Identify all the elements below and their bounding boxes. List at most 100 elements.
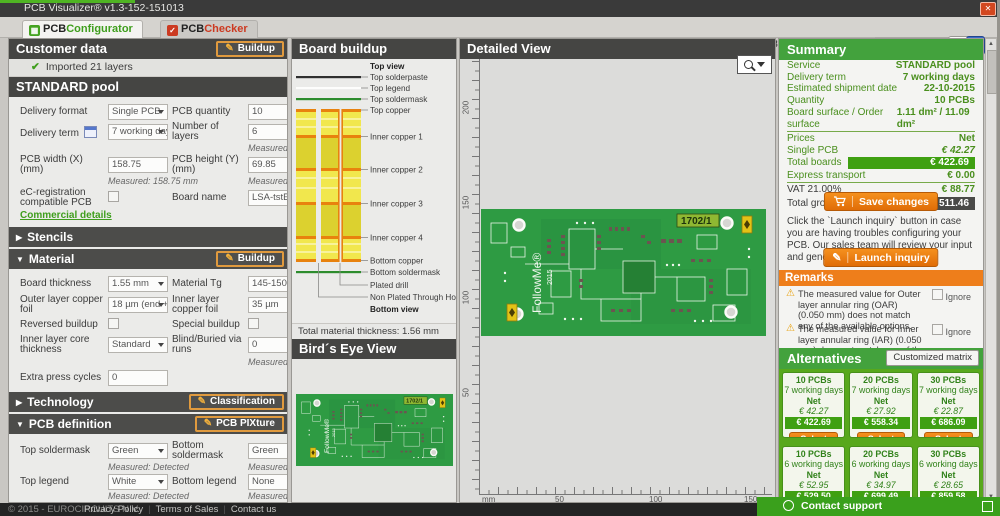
zoom-control[interactable] <box>737 55 772 74</box>
layer-label: Inner copper 3 <box>370 200 423 209</box>
divider: | <box>148 504 150 515</box>
special-buildup-checkbox[interactable] <box>248 318 259 329</box>
summary-row: Quantity10 PCBs <box>779 95 983 107</box>
bottom-soldermask-select[interactable]: Green <box>248 443 288 459</box>
scrollbar-thumb[interactable] <box>987 50 997 94</box>
summary-row: Estimated shipment date22-10-2015 <box>779 83 983 95</box>
ignore-checkbox[interactable] <box>932 289 943 300</box>
panel-title: Customer data <box>16 41 107 56</box>
customized-matrix-button[interactable]: Customized matrix <box>886 350 979 366</box>
scroll-up-icon[interactable]: ▲ <box>986 41 996 47</box>
birdseye-view[interactable] <box>292 359 456 502</box>
alternative-card: 30 PCBs7 working daysNet€ 22.87€ 686.09S… <box>917 372 980 438</box>
pcb-definition-section-header[interactable]: ▼PCB definition ✎PCB PIXture <box>9 414 287 434</box>
summary-row: Board surface / Order surface1.11 dm² / … <box>779 107 983 130</box>
tab-pcb-configurator[interactable]: ▦PCBConfigurator <box>22 20 143 38</box>
close-icon[interactable]: ✕ <box>980 2 996 16</box>
technology-section-header[interactable]: ▶Technology ✎Classification <box>9 392 287 412</box>
summary-row-total-boards: Total boards€ 422.69 <box>779 157 983 170</box>
minimize-icon[interactable] <box>982 501 993 512</box>
customer-form: Delivery format Single PCB PCB quantity … <box>9 97 287 225</box>
save-changes-button[interactable]: Save changes <box>824 192 938 211</box>
field-label: PCB width (X) (mm) <box>20 155 104 175</box>
terms-of-sales-link[interactable]: Terms of Sales <box>156 504 219 515</box>
calendar-icon[interactable] <box>84 126 97 138</box>
alternative-card: 10 PCBs7 working daysNet€ 42.27€ 422.69S… <box>782 372 845 438</box>
detailed-pcb-image[interactable] <box>481 209 766 336</box>
tab-pcb-checker[interactable]: ✓PCBChecker <box>160 20 258 38</box>
field-label: Reversed buildup <box>20 320 104 330</box>
ec-registration-checkbox[interactable] <box>108 191 119 202</box>
divider: | <box>223 504 225 515</box>
ruler-unit-label: mm <box>482 495 495 503</box>
birdseye-pcb-image[interactable] <box>296 394 453 466</box>
ruler-horizontal-major-ticks <box>479 487 772 494</box>
pcb-quantity-input[interactable]: 10 <box>248 104 288 120</box>
buildup-button[interactable]: ✎Buildup <box>216 41 284 57</box>
top-soldermask-select[interactable]: Green <box>108 443 168 459</box>
divider <box>847 252 848 263</box>
total-price-badge: € 686.09 <box>920 417 977 429</box>
field-label: Inner layer core thickness <box>20 335 104 355</box>
material-buildup-button[interactable]: ✎Buildup <box>216 251 284 267</box>
summary-list: ServiceSTANDARD pool Delivery term7 work… <box>779 60 983 211</box>
num-layers-select[interactable]: 6 <box>248 124 288 140</box>
field-label: Board name <box>172 193 244 203</box>
measured-value: Measured: Detected <box>108 463 168 472</box>
layer-label: Top solderpaste <box>370 73 428 82</box>
select-button[interactable]: Select <box>857 432 906 438</box>
remarks-header: Remarks <box>779 270 983 286</box>
select-button[interactable]: Select <box>789 432 838 438</box>
pcb-width-input[interactable]: 158.75 <box>108 157 168 173</box>
select-button[interactable]: Select <box>924 432 973 438</box>
field-label: Board thickness <box>20 279 104 289</box>
commercial-details-link[interactable]: Commercial details <box>20 210 112 221</box>
wand-icon: ✎ <box>198 396 206 407</box>
pencil-icon: ✎ <box>832 251 841 264</box>
board-name-input[interactable]: LSA-tstEagle <box>248 190 288 206</box>
vertical-scrollbar[interactable]: ▲ ▼ <box>985 38 997 503</box>
summary-header: Summary <box>779 39 983 60</box>
customer-data-header: Customer data ✎Buildup <box>9 39 287 59</box>
field-label: Outer layer copper foil <box>20 295 104 315</box>
summary-panel: Summary ServiceSTANDARD pool Delivery te… <box>778 38 984 503</box>
ignore-checkbox[interactable] <box>932 324 943 335</box>
reversed-buildup-checkbox[interactable] <box>108 318 119 329</box>
layer-label: Top copper <box>370 106 411 115</box>
detailed-view-canvas[interactable]: 200 150 100 50 mm 50 100 150 <box>460 59 775 503</box>
stencils-section-header[interactable]: ▶Stencils <box>9 227 287 247</box>
delivery-format-select[interactable]: Single PCB <box>108 104 168 120</box>
layer-label: Top legend <box>370 84 411 93</box>
extra-press-input[interactable]: 0 <box>108 370 168 386</box>
privacy-policy-link[interactable]: Privacy Policy <box>84 504 143 515</box>
bottom-legend-select[interactable]: None <box>248 474 288 490</box>
alternative-card: 30 PCBs6 working daysNet€ 28.65€ 859.58S… <box>917 446 980 503</box>
ruler-tick-label: 50 <box>555 495 564 503</box>
tab-bar: ▦PCBConfigurator ✓PCBChecker Board name … <box>0 17 1000 38</box>
tab-label: Checker <box>204 23 247 35</box>
core-thickness-select[interactable]: Standard <box>108 337 168 353</box>
layer-label: Top soldermask <box>370 95 428 104</box>
contact-us-link[interactable]: Contact us <box>231 504 276 515</box>
delivery-term-select[interactable]: 7 working days <box>108 124 168 140</box>
ruler-horizontal-axis <box>479 494 772 495</box>
classification-button[interactable]: ✎Classification <box>189 394 284 410</box>
summary-row: Single PCB€ 42.27 <box>779 145 983 157</box>
contact-support-bar[interactable]: Contact support <box>757 497 1000 516</box>
material-tg-select[interactable]: 145-150 °C <box>248 276 288 292</box>
divider <box>787 131 975 132</box>
field-label: PCB quantity <box>172 107 244 117</box>
pcb-visualizer-window: 1702/1 FollowMe® 2015 PCB Visualizer® v1… <box>0 0 1000 516</box>
board-thickness-select[interactable]: 1.55 mm <box>108 276 168 292</box>
customer-data-panel: Customer data ✎Buildup ✔Imported 21 laye… <box>8 38 288 503</box>
inner-foil-select[interactable]: 35 µm <box>248 297 288 313</box>
pcb-height-input[interactable]: 69.85 <box>248 157 288 173</box>
outer-foil-select[interactable]: 18 µm (end +/- <box>108 297 168 313</box>
material-section-header[interactable]: ▼Material ✎Buildup <box>9 249 287 269</box>
wand-icon: ✎ <box>225 253 233 264</box>
top-legend-select[interactable]: White <box>108 474 168 490</box>
launch-inquiry-button[interactable]: ✎ Launch inquiry <box>823 248 938 267</box>
via-runs-input[interactable]: 0 <box>248 337 288 353</box>
field-label: Extra press cycles <box>20 373 104 383</box>
pcb-pixture-button[interactable]: ✎PCB PIXture <box>195 416 284 432</box>
